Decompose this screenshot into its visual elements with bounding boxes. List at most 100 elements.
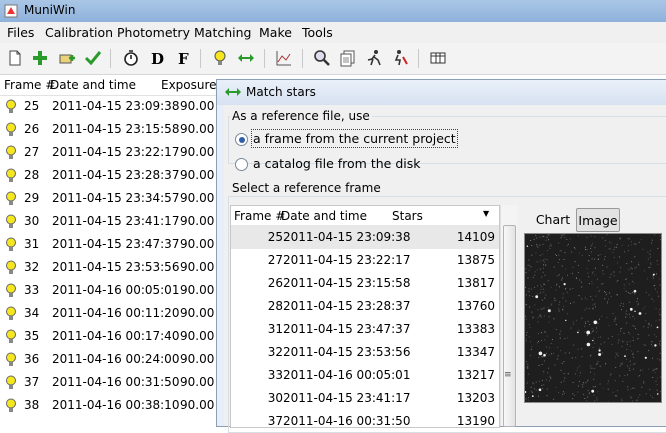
menu-photometry[interactable]: Photometry <box>117 25 190 40</box>
table-row[interactable]: 312011-04-15 23:47:3790.00 <box>0 233 218 256</box>
table-row[interactable]: 372011-04-16 00:31:5090.00 <box>0 371 218 394</box>
col-exposure[interactable]: Exposure <box>161 78 217 92</box>
radio-catalog-label[interactable]: a catalog file from the disk <box>253 156 420 171</box>
col-frame[interactable]: Frame # <box>4 78 55 92</box>
ref-frame-datetime: 2011-04-15 23:22:17 <box>283 253 410 267</box>
star-field-image <box>525 234 661 402</box>
ref-frame-number: 28 <box>268 299 283 313</box>
radio-frame[interactable] <box>235 133 248 146</box>
frame-exposure: 90.00 <box>180 352 214 366</box>
tab-image[interactable]: Image <box>576 208 620 232</box>
menu-make[interactable]: Make <box>259 25 292 40</box>
menu-files[interactable]: Files <box>7 25 34 40</box>
frame-number: 32 <box>24 260 39 274</box>
table-row[interactable]: 282011-04-15 23:28:3713760 <box>231 295 499 318</box>
table-row[interactable]: 322011-04-15 23:53:5690.00 <box>0 256 218 279</box>
ref-col-datetime[interactable]: Date and time <box>281 209 367 223</box>
table-view-icon[interactable] <box>428 48 448 68</box>
table-row[interactable]: 352011-04-16 00:17:4090.00 <box>0 325 218 348</box>
match-arrows-icon[interactable] <box>236 48 256 68</box>
ref-frame-stars: 13760 <box>457 299 495 313</box>
dark-frame-icon[interactable]: D <box>147 48 167 68</box>
window-title: MuniWin <box>24 3 75 17</box>
lightbulb-icon <box>5 122 17 137</box>
reference-group-label: As a reference file, use <box>230 109 372 123</box>
flat-frame-icon[interactable]: F <box>173 48 193 68</box>
reference-table-scrollbar[interactable]: ≡ <box>500 205 517 426</box>
menubar: Files Calibration Photometry Matching Ma… <box>0 22 666 44</box>
frame-datetime: 2011-04-15 23:41:17 <box>52 214 179 228</box>
ref-frame-number: 27 <box>268 253 283 267</box>
frame-datetime: 2011-04-16 00:38:10 <box>52 398 179 412</box>
frame-number: 35 <box>24 329 39 343</box>
col-datetime[interactable]: Date and time <box>50 78 136 92</box>
frame-datetime: 2011-04-15 23:22:17 <box>52 145 179 159</box>
frame-exposure: 90.00 <box>180 306 214 320</box>
sort-desc-icon[interactable]: ▼ <box>483 209 489 218</box>
ref-frame-stars: 13817 <box>457 276 495 290</box>
frame-image-preview[interactable] <box>524 233 662 403</box>
menu-tools[interactable]: Tools <box>302 25 333 40</box>
table-row[interactable]: 292011-04-15 23:34:5790.00 <box>0 187 218 210</box>
table-row[interactable]: 382011-04-16 00:38:1090.00 <box>0 394 218 417</box>
radio-catalog[interactable] <box>235 158 248 171</box>
table-row[interactable]: 342011-04-16 00:11:2090.00 <box>0 302 218 325</box>
table-row[interactable]: 252011-04-15 23:09:3890.00 <box>0 95 218 118</box>
ref-frame-number: 30 <box>268 391 283 405</box>
frame-exposure: 90.00 <box>180 283 214 297</box>
match-stars-dialog: Match stars As a reference file, use a f… <box>216 79 666 427</box>
documents-icon[interactable] <box>338 48 358 68</box>
table-row[interactable]: 362011-04-16 00:24:0090.00 <box>0 348 218 371</box>
find-variables-icon[interactable] <box>312 48 332 68</box>
add-frames-icon[interactable] <box>30 48 50 68</box>
radio-frame-label[interactable]: a frame from the current project <box>253 131 456 146</box>
grip-icon: ≡ <box>504 370 512 380</box>
frame-exposure: 90.00 <box>180 122 214 136</box>
table-row[interactable]: 272011-04-15 23:22:17 13875 <box>231 249 499 272</box>
checkmark-icon[interactable] <box>83 48 103 68</box>
frame-datetime: 2011-04-15 23:09:38 <box>52 99 179 113</box>
scrollbar-thumb[interactable] <box>503 225 516 427</box>
table-row[interactable]: 282011-04-15 23:28:3790.00 <box>0 164 218 187</box>
table-row[interactable]: 332011-04-16 00:05:0190.00 <box>0 279 218 302</box>
ref-frame-stars: 13203 <box>457 391 495 405</box>
table-row[interactable]: 252011-04-15 23:09:3814109 <box>231 226 499 249</box>
table-row[interactable]: 302011-04-15 23:41:1790.00 <box>0 210 218 233</box>
frame-exposure: 90.00 <box>180 168 214 182</box>
menu-calibration[interactable]: Calibration <box>45 25 113 40</box>
ref-frame-datetime: 2011-04-15 23:09:38 <box>283 230 410 244</box>
frame-datetime: 2011-04-16 00:05:01 <box>52 283 179 297</box>
ref-col-stars[interactable]: Stars <box>392 209 423 223</box>
add-folder-icon[interactable] <box>57 48 77 68</box>
lightbulb-icon <box>5 306 17 321</box>
dialog-titlebar: Match stars <box>217 80 666 105</box>
frame-datetime: 2011-04-15 23:15:58 <box>52 122 179 136</box>
ref-frame-number: 37 <box>268 414 283 428</box>
table-row[interactable]: 372011-04-16 00:31:5013190 <box>231 410 499 433</box>
photometry-bulb-icon[interactable] <box>210 48 230 68</box>
ref-frame-datetime: 2011-04-15 23:47:37 <box>283 322 410 336</box>
ref-frame-stars: 13190 <box>457 414 495 428</box>
table-row[interactable]: 262011-04-15 23:15:5813817 <box>231 272 499 295</box>
new-file-icon[interactable] <box>5 48 25 68</box>
table-row[interactable]: 262011-04-15 23:15:5890.00 <box>0 118 218 141</box>
table-row[interactable]: 312011-04-15 23:47:3713383 <box>231 318 499 341</box>
frames-list-header: Frame # Date and time Exposure <box>0 75 218 96</box>
lightbulb-icon <box>5 191 17 206</box>
menu-matching[interactable]: Matching <box>194 25 251 40</box>
table-row[interactable]: 322011-04-15 23:53:5613347 <box>231 341 499 364</box>
light-curve-icon[interactable] <box>274 48 294 68</box>
frame-exposure: 90.00 <box>180 99 214 113</box>
table-row[interactable]: 302011-04-15 23:41:1713203 <box>231 387 499 410</box>
ref-frame-stars: 13875 <box>457 253 495 267</box>
table-row[interactable]: 272011-04-15 23:22:1790.00 <box>0 141 218 164</box>
run-icon[interactable] <box>364 48 384 68</box>
ref-col-frame[interactable]: Frame # <box>234 209 285 223</box>
tools-wizard-icon[interactable] <box>390 48 410 68</box>
frame-exposure: 90.00 <box>180 145 214 159</box>
tab-chart[interactable]: Chart <box>533 208 573 230</box>
frame-datetime: 2011-04-15 23:28:37 <box>52 168 179 182</box>
table-row[interactable]: 332011-04-16 00:05:0113217 <box>231 364 499 387</box>
frame-number: 38 <box>24 398 39 412</box>
stopwatch-icon[interactable] <box>121 48 141 68</box>
